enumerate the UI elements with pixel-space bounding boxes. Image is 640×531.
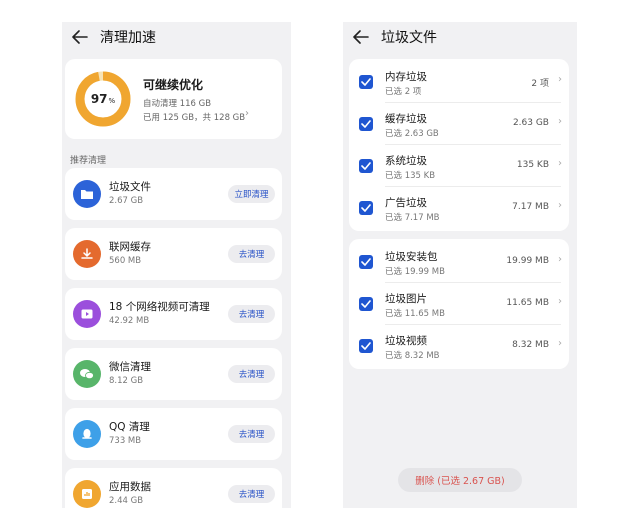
item-size: 2.67 GB — [109, 196, 144, 206]
junk-item-selected: 已选 19.99 MB — [385, 267, 445, 277]
chevron-right-icon: › — [558, 200, 562, 211]
left-header: 清理加速 — [62, 22, 291, 52]
clean-button[interactable]: 立即清理 — [228, 185, 275, 203]
download-icon — [73, 240, 101, 268]
junk-item-name: 系统垃圾 — [385, 155, 427, 167]
junk-item-selected: 已选 11.65 MB — [385, 309, 445, 319]
junk-item-size: 7.17 MB — [512, 202, 549, 212]
checkbox-checked[interactable] — [359, 117, 373, 131]
delete-button[interactable]: 删除 (已选 2.67 GB) — [398, 468, 522, 492]
item-name: 应用数据 — [109, 481, 151, 493]
recommend-item[interactable]: 应用数据 2.44 GB 去清理 — [65, 468, 282, 520]
item-name: QQ 清理 — [109, 421, 150, 433]
item-size: 733 MB — [109, 436, 142, 446]
item-name: 联网缓存 — [109, 241, 151, 253]
junk-item-row[interactable]: 垃圾图片已选 11.65 MB 11.65 MB › — [349, 283, 569, 325]
clean-button[interactable]: 去清理 — [228, 365, 275, 383]
junk-group-primary: 内存垃圾 已选 2 项2 项 › 缓存垃圾 已选 2.63 GB 2.63 GB › 系统垃圾… — [349, 59, 569, 231]
junk-item-selected: 已选 135 KB — [385, 171, 436, 181]
chevron-right-icon: › — [245, 108, 249, 119]
chevron-right-icon: › — [558, 74, 562, 85]
checkbox-checked[interactable] — [359, 339, 373, 353]
page-title: 垃圾文件 — [381, 30, 437, 46]
junk-item-name: 垃圾图片 — [385, 293, 427, 305]
junk-item-name: 垃圾视频 — [385, 335, 427, 347]
item-name: 微信清理 — [109, 361, 151, 373]
chevron-right-icon: › — [558, 296, 562, 307]
app-data-icon — [73, 480, 101, 508]
junk-item-row[interactable]: 缓存垃圾已选 2.63 GB 2.63 GB › — [349, 103, 569, 145]
junk-item-name: 垃圾安装包 — [385, 251, 438, 263]
folder-icon — [73, 180, 101, 208]
recommend-item[interactable]: 18 个网络视频可清理 42.92 MB 去清理 — [65, 288, 282, 340]
wechat-icon — [73, 360, 101, 388]
junk-item-size: 19.99 MB — [506, 256, 549, 266]
chevron-right-icon: › — [558, 338, 562, 349]
junk-item-size: 8.32 MB — [512, 340, 549, 350]
clean-button[interactable]: 去清理 — [228, 245, 275, 263]
recommend-item[interactable]: QQ 清理 733 MB 去清理 — [65, 408, 282, 460]
junk-item-name: 广告垃圾 — [385, 197, 427, 209]
junk-item-size: 2.63 GB — [512, 118, 549, 128]
back-arrow-icon[interactable] — [351, 27, 371, 47]
junk-item-size: 11.65 MB — [506, 298, 549, 308]
clean-button[interactable]: 去清理 — [228, 425, 275, 443]
junk-group-media: 垃圾安装包 已选 19.99 MB 19.99 MB › 垃圾图片 已选 11.65 MB… — [349, 239, 569, 369]
junk-item-selected: 已选 2.63 GB — [385, 129, 439, 139]
junk-item-selected: 已选 2 项 — [385, 87, 422, 97]
chevron-right-icon: › — [558, 158, 562, 169]
auto-clean-text: 自动清理 116 GB — [143, 99, 212, 109]
back-arrow-icon[interactable] — [70, 27, 90, 47]
junk-item-row[interactable]: 垃圾视频已选 8.32 MB 8.32 MB › — [349, 325, 569, 367]
summary-title: 可继续优化 — [143, 78, 204, 92]
checkbox-checked[interactable] — [359, 159, 373, 173]
chevron-right-icon: › — [558, 116, 562, 127]
clean-button[interactable]: 去清理 — [228, 485, 275, 503]
item-size: 2.44 GB — [109, 496, 144, 506]
checkbox-checked[interactable] — [359, 75, 373, 89]
junk-item-name: 缓存垃圾 — [385, 113, 427, 125]
clean-button[interactable]: 去清理 — [228, 305, 275, 323]
section-label: 推荐清理 — [70, 156, 107, 166]
storage-summary-card[interactable]: 97% 可继续优化 自动清理 116 GB 已用 125 GB，共 128 GB… — [65, 59, 282, 139]
junk-item-size: 2 项 — [531, 79, 549, 89]
junk-item-name: 内存垃圾 — [385, 71, 427, 83]
junk-item-selected: 已选 7.17 MB — [385, 213, 440, 223]
checkbox-checked[interactable] — [359, 255, 373, 269]
checkbox-checked[interactable] — [359, 297, 373, 311]
right-header: 垃圾文件 — [343, 22, 577, 52]
item-size: 42.92 MB — [109, 316, 150, 326]
item-size: 560 MB — [109, 256, 142, 266]
junk-item-row[interactable]: 垃圾安装包已选 19.99 MB 19.99 MB › — [349, 241, 569, 283]
qq-icon — [73, 420, 101, 448]
junk-item-row[interactable]: 广告垃圾已选 7.17 MB 7.17 MB › — [349, 187, 569, 229]
storage-percent: 97% — [90, 92, 116, 106]
item-size: 8.12 GB — [109, 376, 144, 386]
storage-usage-text: 已用 125 GB，共 128 GB — [143, 113, 246, 123]
junk-item-row[interactable]: 系统垃圾已选 135 KB 135 KB › — [349, 145, 569, 187]
video-icon — [73, 300, 101, 328]
clean-accelerate-screen: 清理加速 97% 可继续优化 自动清理 116 GB 已用 125 GB，共 1… — [62, 22, 291, 520]
item-name: 18 个网络视频可清理 — [109, 301, 210, 313]
recommend-item[interactable]: 微信清理 8.12 GB 去清理 — [65, 348, 282, 400]
chevron-right-icon: › — [558, 254, 562, 265]
junk-item-size: 135 KB — [516, 160, 549, 170]
junk-item-row[interactable]: 内存垃圾已选 2 项 2 项 › — [349, 61, 569, 103]
recommend-item[interactable]: 垃圾文件 2.67 GB 立即清理 — [65, 168, 282, 220]
recommend-item[interactable]: 联网缓存 560 MB 去清理 — [65, 228, 282, 280]
junk-files-screen: 垃圾文件 内存垃圾已选 2 项 2 项 › 缓存垃圾已选 2.63 GB 2.63 GB… — [343, 22, 577, 508]
checkbox-checked[interactable] — [359, 201, 373, 215]
item-name: 垃圾文件 — [109, 181, 151, 193]
page-title: 清理加速 — [100, 30, 156, 46]
junk-item-selected: 已选 8.32 MB — [385, 351, 440, 361]
